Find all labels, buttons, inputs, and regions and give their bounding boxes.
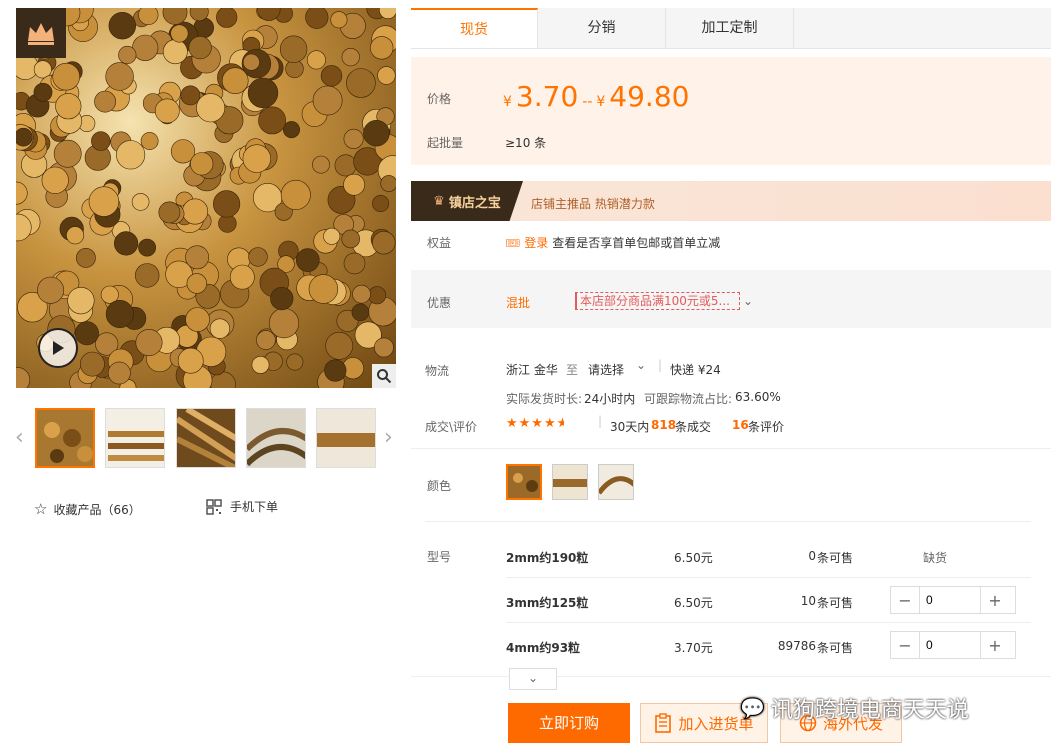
express-fee: 快递 ¥24 — [670, 363, 721, 377]
price-label: 价格 — [427, 92, 452, 106]
chevron-down-icon[interactable]: ⌄ — [743, 294, 753, 308]
track-label: 可跟踪物流占比: — [644, 392, 733, 406]
quantity-input[interactable] — [919, 632, 981, 658]
out-of-stock-label: 缺货 — [923, 551, 948, 565]
divider — [506, 622, 1031, 623]
ship-time-label: 实际发货时长: — [506, 392, 583, 406]
divider — [425, 521, 1031, 522]
quantity-input[interactable] — [919, 587, 981, 613]
variant-stock: 0 — [808, 549, 816, 563]
promo-coupon[interactable]: 本店部分商品满100元或5... — [575, 292, 740, 310]
price-max: 49.80 — [609, 80, 690, 113]
main-product-image[interactable] — [16, 8, 396, 388]
plus-button[interactable]: + — [981, 591, 1009, 610]
tab-custom[interactable]: 加工定制 — [666, 8, 794, 48]
wechat-icon: 💬 — [740, 696, 765, 720]
color-label: 颜色 — [427, 479, 452, 493]
coupon-icon: 🎟 — [505, 235, 521, 250]
tab-bar: 现货 分销 加工定制 — [411, 8, 1051, 49]
divider — [506, 577, 1031, 578]
tab-spot[interactable]: 现货 — [411, 8, 538, 48]
expand-chevron-icon[interactable]: ⌄ — [509, 668, 557, 690]
price-range: ¥ 3.70 -- ¥ 49.80 — [503, 80, 690, 113]
thumbnail[interactable] — [246, 408, 306, 468]
crown-icon — [16, 8, 66, 58]
variant-name: 4mm约93粒 — [506, 641, 581, 655]
quantity-stepper: − + — [890, 631, 1016, 659]
watermark: 💬 讯狗跨境电商天天说 — [740, 696, 969, 723]
color-swatch[interactable] — [552, 464, 588, 500]
moq-label: 起批量 — [427, 136, 464, 150]
favorite-button[interactable]: ☆ 收藏产品（66） — [34, 500, 141, 518]
variant-price: 6.50元 — [674, 551, 713, 565]
order-now-button[interactable]: 立即订购 — [508, 703, 630, 743]
variant-name: 3mm约125粒 — [506, 596, 589, 610]
promo-label: 优惠 — [427, 296, 452, 310]
play-video-button[interactable] — [38, 328, 78, 368]
variant-stock-suffix: 条可售 — [817, 551, 854, 565]
deals-count-suffix: 条成交 — [675, 420, 712, 434]
store-treasure-badge: ♛ 镇店之宝 — [411, 181, 523, 221]
crown-icon: ♛ — [433, 193, 445, 209]
variant-label: 型号 — [427, 550, 452, 564]
benefits-row: 🎟 登录 查看是否享首单包邮或首单立减 — [505, 234, 721, 251]
benefits-label: 权益 — [427, 236, 452, 250]
star-outline-icon: ☆ — [34, 500, 48, 518]
deals-count: 818 — [651, 418, 677, 432]
logistics-to: 至 — [566, 363, 579, 377]
logistics-origin: 浙江 金华 — [506, 363, 558, 377]
divider: | — [658, 358, 663, 372]
variant-name: 2mm约190粒 — [506, 551, 589, 565]
reviews-count[interactable]: 16 — [732, 418, 749, 432]
minus-button[interactable]: − — [891, 636, 919, 655]
deals-period: 30天内 — [610, 420, 650, 434]
plus-button[interactable]: + — [981, 636, 1009, 655]
color-swatch[interactable] — [598, 464, 634, 500]
tab-distribution[interactable]: 分销 — [538, 8, 666, 48]
quantity-stepper: − + — [890, 586, 1016, 614]
reviews-suffix[interactable]: 条评价 — [748, 418, 784, 435]
thumb-next-icon[interactable]: › — [384, 425, 393, 450]
variant-price: 3.70元 — [674, 641, 713, 655]
badge-tags: 店铺主推品 热销潜力款 — [531, 197, 655, 211]
destination-select[interactable]: 请选择 — [588, 361, 624, 378]
thumb-prev-icon[interactable]: ‹ — [15, 425, 24, 450]
variant-stock-suffix: 条可售 — [817, 641, 854, 655]
price-min: 3.70 — [515, 80, 579, 113]
clipboard-icon — [655, 713, 672, 733]
ship-time: 24小时内 — [584, 392, 636, 406]
promo-type: 混批 — [506, 296, 531, 310]
color-swatch[interactable] — [506, 464, 542, 500]
rating-stars: ★★★★★ — [506, 416, 564, 431]
variant-stock: 89786 — [777, 639, 816, 653]
thumbnail[interactable] — [105, 408, 165, 468]
thumbnail[interactable] — [176, 408, 236, 468]
moq-value: ≥10 条 — [505, 136, 547, 150]
logistics-label: 物流 — [425, 364, 450, 378]
qr-code-icon — [206, 498, 222, 515]
variant-stock-suffix: 条可售 — [817, 596, 854, 610]
thumbnail[interactable] — [316, 408, 376, 468]
variant-stock: 10 — [800, 594, 816, 608]
thumbnail[interactable] — [35, 408, 95, 468]
track-ratio: 63.60% — [735, 390, 781, 404]
divider — [411, 676, 1051, 677]
minus-button[interactable]: − — [891, 591, 919, 610]
mobile-order-button[interactable]: 手机下单 — [206, 498, 278, 515]
chevron-down-icon[interactable]: ⌄ — [636, 358, 646, 372]
login-link[interactable]: 登录 — [524, 234, 548, 251]
zoom-icon[interactable] — [372, 364, 396, 388]
divider: | — [598, 414, 603, 428]
divider — [411, 448, 1051, 449]
variant-price: 6.50元 — [674, 596, 713, 610]
deals-label: 成交\评价 — [425, 420, 478, 434]
